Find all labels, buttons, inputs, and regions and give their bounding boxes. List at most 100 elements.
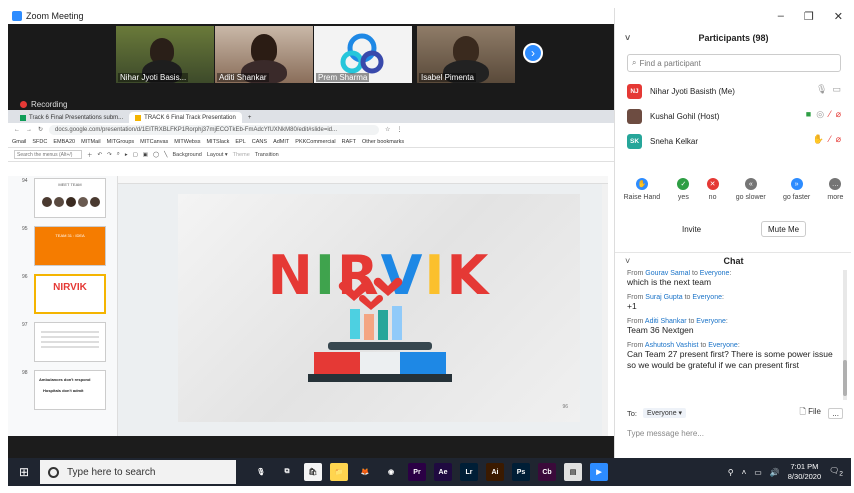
browser-tab[interactable]: Track 6 Final Presentations subm... [14,112,129,123]
file-button[interactable]: 🗋 File [799,406,821,420]
chevron-down-icon[interactable]: ˅ [625,33,630,43]
slide-thumbnail[interactable]: MEET TEAM [34,178,106,218]
reaction-go-slower[interactable]: « go slower [736,178,766,214]
invite-button[interactable]: Invite [675,221,708,237]
shape-icon[interactable]: ◯ [153,152,159,158]
reaction-no[interactable]: ✕ no [706,178,719,214]
background-button[interactable]: Background [172,152,201,158]
premiere-icon[interactable]: Pr [408,463,426,481]
taskbar-search-input[interactable]: Type here to search [40,460,236,484]
bookmark[interactable]: AdMIT [273,139,289,145]
slide-thumbnail[interactable]: Ambulances don't respond Hospitals don't… [34,370,106,410]
browser-tab-active[interactable]: TRACK 6 Final Track Presentation [129,112,242,123]
video-tile[interactable]: Aditi Shankar [215,26,313,83]
add-icon[interactable]: ＋ [87,151,93,159]
reaction-label: go faster [782,194,811,201]
participant-row[interactable]: NJ Nihar Jyoti Basisth (Me) 🎙 ▭ [627,80,843,102]
slide-thumbnail[interactable]: TEAM 31 : IDEA [34,226,106,266]
new-tab-button[interactable]: + [242,112,258,123]
reaction-icon: « [744,178,757,190]
extensions-icon[interactable]: ⋮ [396,126,402,133]
transition-button[interactable]: Transition [255,152,279,158]
reaction-yes[interactable]: ✓ yes [677,178,690,214]
chat-scrollbar[interactable] [843,270,847,400]
minimize-icon[interactable]: – [778,10,784,23]
photoshop-icon[interactable]: Ps [512,463,530,481]
bookmark[interactable]: RAFT [342,139,356,145]
bookmark[interactable]: EMBA20 [53,139,75,145]
reaction-go-faster[interactable]: » go faster [783,178,810,214]
bookmark[interactable]: MITMail [81,139,101,145]
windows-start-icon[interactable]: ⊞ [8,465,40,479]
url-field[interactable]: docs.google.com/presentation/d/1EITRXBLF… [49,124,380,135]
recipient-select[interactable]: Everyone ▾ [643,408,687,418]
bookmark[interactable]: SFDC [32,139,47,145]
bookmark[interactable]: MITSlack [206,139,229,145]
bookmark[interactable]: MITGroups [107,139,135,145]
person-icon[interactable]: ⚲ [728,468,734,477]
bookmark[interactable]: MITCanvas [140,139,168,145]
next-page-button[interactable]: › [523,43,543,63]
notepad-icon[interactable]: ▤ [564,463,582,481]
video-tile[interactable]: Nihar Jyoti Basis... [116,26,214,83]
character-animator-icon[interactable]: Cb [538,463,556,481]
canvas-scrollbar[interactable] [602,184,608,436]
participant-row[interactable]: SK Sneha Kelkar ✋ ⁄ ⌀ [627,130,843,152]
window-controls: – ❐ ✕ [778,10,843,23]
redo-icon[interactable]: ↷ [107,152,112,158]
zoom-taskbar-icon[interactable]: ▶ [590,463,608,481]
textbox-icon[interactable]: ▢ [133,152,138,158]
volume-icon[interactable]: 🔊 [770,468,780,477]
menu-search-input[interactable]: Search the menus (Alt+/) [14,150,82,159]
back-icon[interactable]: ← [14,127,20,133]
lightroom-icon[interactable]: Lr [460,463,478,481]
select-icon[interactable]: ▸ [125,152,128,158]
bookmark[interactable]: PKKCommercial [295,139,335,145]
firefox-icon[interactable]: 🦊 [356,463,374,481]
bookmark[interactable]: Gmail [12,139,26,145]
star-icon[interactable]: ☆ [385,126,390,133]
chevron-up-icon[interactable]: ˄ [742,468,747,477]
mute-me-button[interactable]: Mute Me [761,221,807,237]
undo-icon[interactable]: ↶ [98,152,103,158]
zoom-icon[interactable]: ⌕ [117,151,120,158]
chevron-down-icon[interactable]: ˅ [625,256,630,266]
chat-from-word: From [627,342,644,349]
microphone-icon[interactable]: 🎙 [252,463,270,481]
reaction-more[interactable]: … more [827,178,843,214]
file-explorer-icon[interactable]: 📁 [330,463,348,481]
more-options-button[interactable]: ... [828,407,843,419]
reaction-raise-hand[interactable]: ✋ Raise Hand [624,178,660,214]
after-effects-icon[interactable]: Ae [434,463,452,481]
layout-button[interactable]: Layout ▾ [207,152,228,158]
chat-scroll-thumb[interactable] [843,360,847,396]
bookmark[interactable]: MITWebss [174,139,200,145]
chrome-icon[interactable]: ◉ [382,463,400,481]
video-tile[interactable]: Prem Sharma [314,26,412,83]
network-icon[interactable]: ▭ [754,468,762,477]
clock[interactable]: 7:01 PM 8/30/2020 [788,462,821,482]
line-icon[interactable]: ╲ [164,152,167,158]
chat-recipient-row: To: Everyone ▾ 🗋 File ... [627,405,843,421]
current-slide[interactable]: NIRVIK 96 [178,194,580,422]
theme-button[interactable]: Theme [233,152,250,158]
slide-thumbnail-selected[interactable]: NIRVIK [34,274,106,314]
restore-icon[interactable]: ❐ [804,10,814,23]
bookmark[interactable]: CANS [252,139,267,145]
bookmark[interactable]: Other bookmarks [362,139,404,145]
slide-thumbnail[interactable] [34,322,106,362]
reload-icon[interactable]: ↻ [38,126,43,133]
chat-to-word: to [688,318,695,325]
notification-icon[interactable]: 🗨2 [829,466,843,478]
image-icon[interactable]: ▣ [143,152,148,158]
close-icon[interactable]: ✕ [834,10,843,23]
forward-icon[interactable]: → [26,127,32,133]
task-view-icon[interactable]: ⧉ [278,463,296,481]
illustrator-icon[interactable]: Ai [486,463,504,481]
participant-row[interactable]: Kushal Gohil (Host) ■ ◎ ⁄ ⌀ [627,105,843,127]
find-participant-input[interactable]: ⌕ Find a participant [627,54,841,72]
bookmark[interactable]: EPL [235,139,245,145]
chat-message-input[interactable]: Type message here... [627,425,843,441]
video-tile[interactable]: Isabel Pimenta [417,26,515,83]
store-icon[interactable]: 🛍 [304,463,322,481]
